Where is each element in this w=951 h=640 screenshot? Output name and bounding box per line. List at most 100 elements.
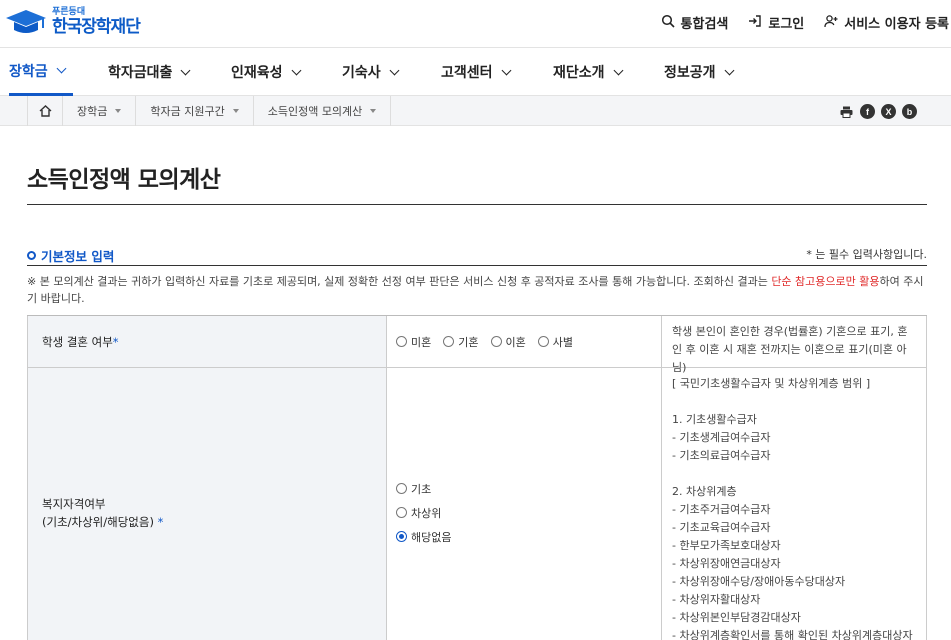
chevron-down-icon [501, 65, 511, 75]
page-title: 소득인정액 모의계산 [27, 167, 221, 193]
help-line: - 기초교육급여수급자 [672, 521, 771, 534]
util-login-link[interactable]: 로그인 [748, 13, 804, 32]
nav-disclosure[interactable]: 정보공개 [664, 48, 734, 96]
nav-label: 인재육성 [231, 65, 283, 81]
blog-icon[interactable]: b [902, 104, 917, 119]
util-login-label: 로그인 [768, 17, 805, 32]
radio-circle[interactable] [396, 336, 407, 347]
logo-title: 한국장학재단 [52, 17, 141, 37]
nav-about[interactable]: 재단소개 [553, 48, 623, 96]
radio-circle[interactable] [396, 507, 407, 518]
section-title-text: 기본정보 입력 [41, 249, 115, 264]
help-line: 1. 기초생활수급자 [672, 413, 757, 426]
chevron-down-icon [389, 65, 400, 75]
user-add-icon [824, 14, 838, 32]
section-divider [27, 265, 927, 266]
search-icon [661, 14, 675, 32]
welfare-help: [ 국민기초생활수급자 및 차상위계층 범위 ] 1. 기초생활수급자 - 기초… [662, 368, 927, 640]
nav-label: 정보공개 [664, 65, 716, 81]
notice-text: ※ 본 모의계산 결과는 귀하가 입력하신 자료를 기초로 제공되며, 실제 정… [27, 273, 927, 307]
graduation-cap-logo-icon [4, 8, 48, 36]
radio-circle[interactable] [490, 336, 502, 347]
marriage-label: 학생 결혼 여부 [42, 334, 113, 349]
row-label: 복지자격여부 (기초/차상위/해당없음) * [27, 368, 387, 640]
help-line [672, 393, 916, 411]
help-line: - 차상위장애수당/장애아동수당대상자 [672, 575, 846, 588]
utility-menu: 통합검색 로그인 서비스 이용자 등록 [661, 13, 949, 32]
home-button[interactable] [27, 96, 63, 126]
radio-label: 미혼 [411, 335, 432, 349]
radio-near-poverty[interactable]: 차상위 [396, 505, 451, 521]
nav-scholarship[interactable]: 장학금 [9, 48, 73, 96]
radio-label: 사별 [552, 335, 573, 349]
radio-circle[interactable] [396, 483, 407, 494]
welfare-options: 기초 차상위 해당없음 [387, 368, 662, 640]
util-register-link[interactable]: 서비스 이용자 등록 [824, 13, 949, 32]
nav-label: 고객센터 [441, 65, 493, 81]
section-title: 기본정보 입력 [27, 246, 114, 265]
row-label: 학생 결혼 여부 * [27, 316, 387, 367]
nav-label: 학자금대출 [108, 65, 173, 81]
radio-circle-selected[interactable] [396, 531, 407, 542]
chevron-down-icon [613, 65, 623, 75]
help-line: - 기초주거급여수급자 [672, 503, 771, 516]
radio-label: 기혼 [458, 335, 479, 349]
breadcrumb: 장학금 학자금 지원구간 소득인정액 모의계산 [27, 96, 392, 126]
chevron-down-icon [180, 65, 191, 75]
share-tools: f X b [839, 104, 917, 119]
nav-label: 재단소개 [553, 65, 605, 81]
notice-highlight: 단순 참고용으로만 활용 [771, 275, 880, 288]
caret-down-icon [370, 109, 377, 113]
breadcrumb-bar: 장학금 학자금 지원구간 소득인정액 모의계산 f X b [0, 96, 951, 126]
chevron-down-icon [56, 63, 67, 74]
marriage-options: 미혼 기혼 이혼 사별 [387, 316, 662, 367]
breadcrumb-item[interactable]: 장학금 [63, 96, 137, 126]
x-icon[interactable]: X [881, 104, 896, 119]
help-line: - 차상위자활대상자 [672, 593, 761, 606]
nav-dormitory[interactable]: 기숙사 [342, 48, 400, 96]
radio-basic[interactable]: 기초 [396, 481, 451, 497]
breadcrumb-label: 장학금 [77, 105, 108, 118]
radio-label: 이혼 [505, 335, 526, 349]
site-logo[interactable]: 푸른등대 한국장학재단 [4, 8, 141, 37]
help-line: 2. 차상위계층 [672, 485, 737, 498]
caret-down-icon [232, 109, 239, 113]
section-header: 기본정보 입력 * 는 필수 입력사항입니다. [27, 246, 927, 266]
radio-label: 차상위 [411, 506, 442, 520]
input-table: 학생 결혼 여부 * 미혼 기혼 이혼 사별 학생 본인이 혼인한 경우(법률혼)… [27, 315, 927, 640]
title-divider [27, 204, 927, 205]
breadcrumb-label: 소득인정액 모의계산 [267, 105, 363, 118]
chevron-down-icon [291, 65, 301, 75]
radio-circle[interactable] [443, 336, 455, 347]
radio-married[interactable]: 기혼 [443, 334, 479, 350]
welfare-label: 복지자격여부 [42, 496, 106, 511]
nav-label: 장학금 [9, 63, 48, 80]
chevron-down-icon [724, 65, 734, 75]
nav-student-loan[interactable]: 학자금대출 [108, 48, 191, 96]
help-line: - 한부모가족보호대상자 [672, 539, 781, 552]
facebook-icon[interactable]: f [860, 104, 875, 119]
table-row-marriage: 학생 결혼 여부 * 미혼 기혼 이혼 사별 학생 본인이 혼인한 경우(법률혼)… [27, 316, 927, 374]
radio-single[interactable]: 미혼 [396, 334, 431, 350]
util-search-link[interactable]: 통합검색 [661, 13, 729, 32]
required-star: * [112, 334, 119, 349]
radio-circle[interactable] [537, 336, 549, 347]
radio-not-applicable[interactable]: 해당없음 [396, 529, 451, 545]
nav-customer-center[interactable]: 고객센터 [441, 48, 511, 96]
marriage-help: 학생 본인이 혼인한 경우(법률혼) 기혼으로 표기, 혼인 후 이혼 시 재혼… [662, 316, 927, 374]
radio-divorced[interactable]: 이혼 [490, 334, 526, 350]
breadcrumb-item[interactable]: 소득인정액 모의계산 [254, 96, 392, 126]
breadcrumb-label: 학자금 지원구간 [150, 105, 225, 118]
required-note: * 는 필수 입력사항입니다. [806, 248, 927, 261]
breadcrumb-item[interactable]: 학자금 지원구간 [136, 96, 254, 126]
circle-bullet-icon [27, 251, 36, 260]
nav-talent[interactable]: 인재육성 [231, 48, 301, 96]
required-star: * [157, 514, 164, 529]
caret-down-icon [115, 109, 122, 113]
table-row-welfare: 복지자격여부 (기초/차상위/해당없음) * 기초 차상위 해당없음 [ 국민기… [27, 368, 927, 640]
util-search-label: 통합검색 [680, 17, 729, 32]
help-line: - 차상위계층확인서를 통해 확인된 차상위계층대상자 [672, 629, 913, 640]
radio-widowed[interactable]: 사별 [537, 334, 573, 350]
print-icon[interactable] [839, 104, 854, 119]
help-line: - 차상위본인부담경감대상자 [672, 611, 801, 624]
